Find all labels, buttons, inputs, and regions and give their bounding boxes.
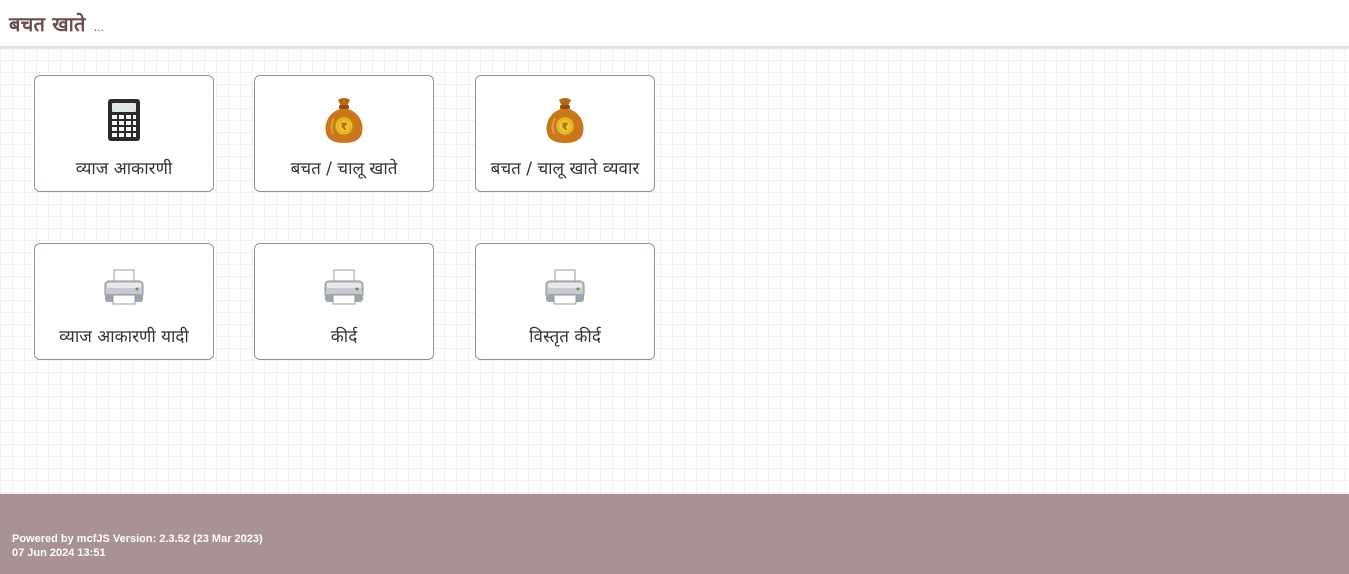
calculator-icon bbox=[100, 96, 148, 144]
powered-by-text: Powered by mcfJS Version: 2.3.52 (23 Mar… bbox=[12, 533, 263, 545]
printer-icon bbox=[100, 264, 148, 312]
svg-text:₹: ₹ bbox=[562, 122, 569, 133]
money-bag-icon: ₹ bbox=[541, 96, 589, 144]
tile-detailed-ledger[interactable]: विस्तृत कीर्द bbox=[475, 243, 655, 360]
tile-savings-current-transactions[interactable]: ₹ बचत / चालू खाते व्यवार bbox=[475, 75, 655, 192]
tile-interest-calculation[interactable]: व्याज आकारणी bbox=[34, 75, 214, 192]
tile-label: व्याज आकारणी यादी bbox=[59, 327, 189, 347]
tile-label: बचत / चालू खाते bbox=[290, 159, 398, 179]
tile-label: कीर्द bbox=[330, 327, 358, 347]
tile-label: व्याज आकारणी bbox=[75, 159, 173, 179]
page-footer: Powered by mcfJS Version: 2.3.52 (23 Mar… bbox=[0, 494, 1349, 574]
printer-icon bbox=[320, 264, 368, 312]
footer-timestamp: 07 Jun 2024 13:51 bbox=[12, 547, 106, 559]
page-header: बचत खाते ... bbox=[0, 0, 1349, 48]
tile-ledger[interactable]: कीर्द bbox=[254, 243, 434, 360]
money-bag-icon: ₹ bbox=[320, 96, 368, 144]
tile-interest-calculation-list[interactable]: व्याज आकारणी यादी bbox=[34, 243, 214, 360]
page-title: बचत खाते bbox=[9, 11, 86, 36]
printer-icon bbox=[541, 264, 589, 312]
title-ellipsis: ... bbox=[93, 20, 105, 34]
tile-savings-current-account[interactable]: ₹ बचत / चालू खाते bbox=[254, 75, 434, 192]
tile-label: बचत / चालू खाते व्यवार bbox=[490, 159, 640, 179]
tile-label: विस्तृत कीर्द bbox=[529, 327, 601, 347]
svg-text:₹: ₹ bbox=[341, 122, 348, 133]
